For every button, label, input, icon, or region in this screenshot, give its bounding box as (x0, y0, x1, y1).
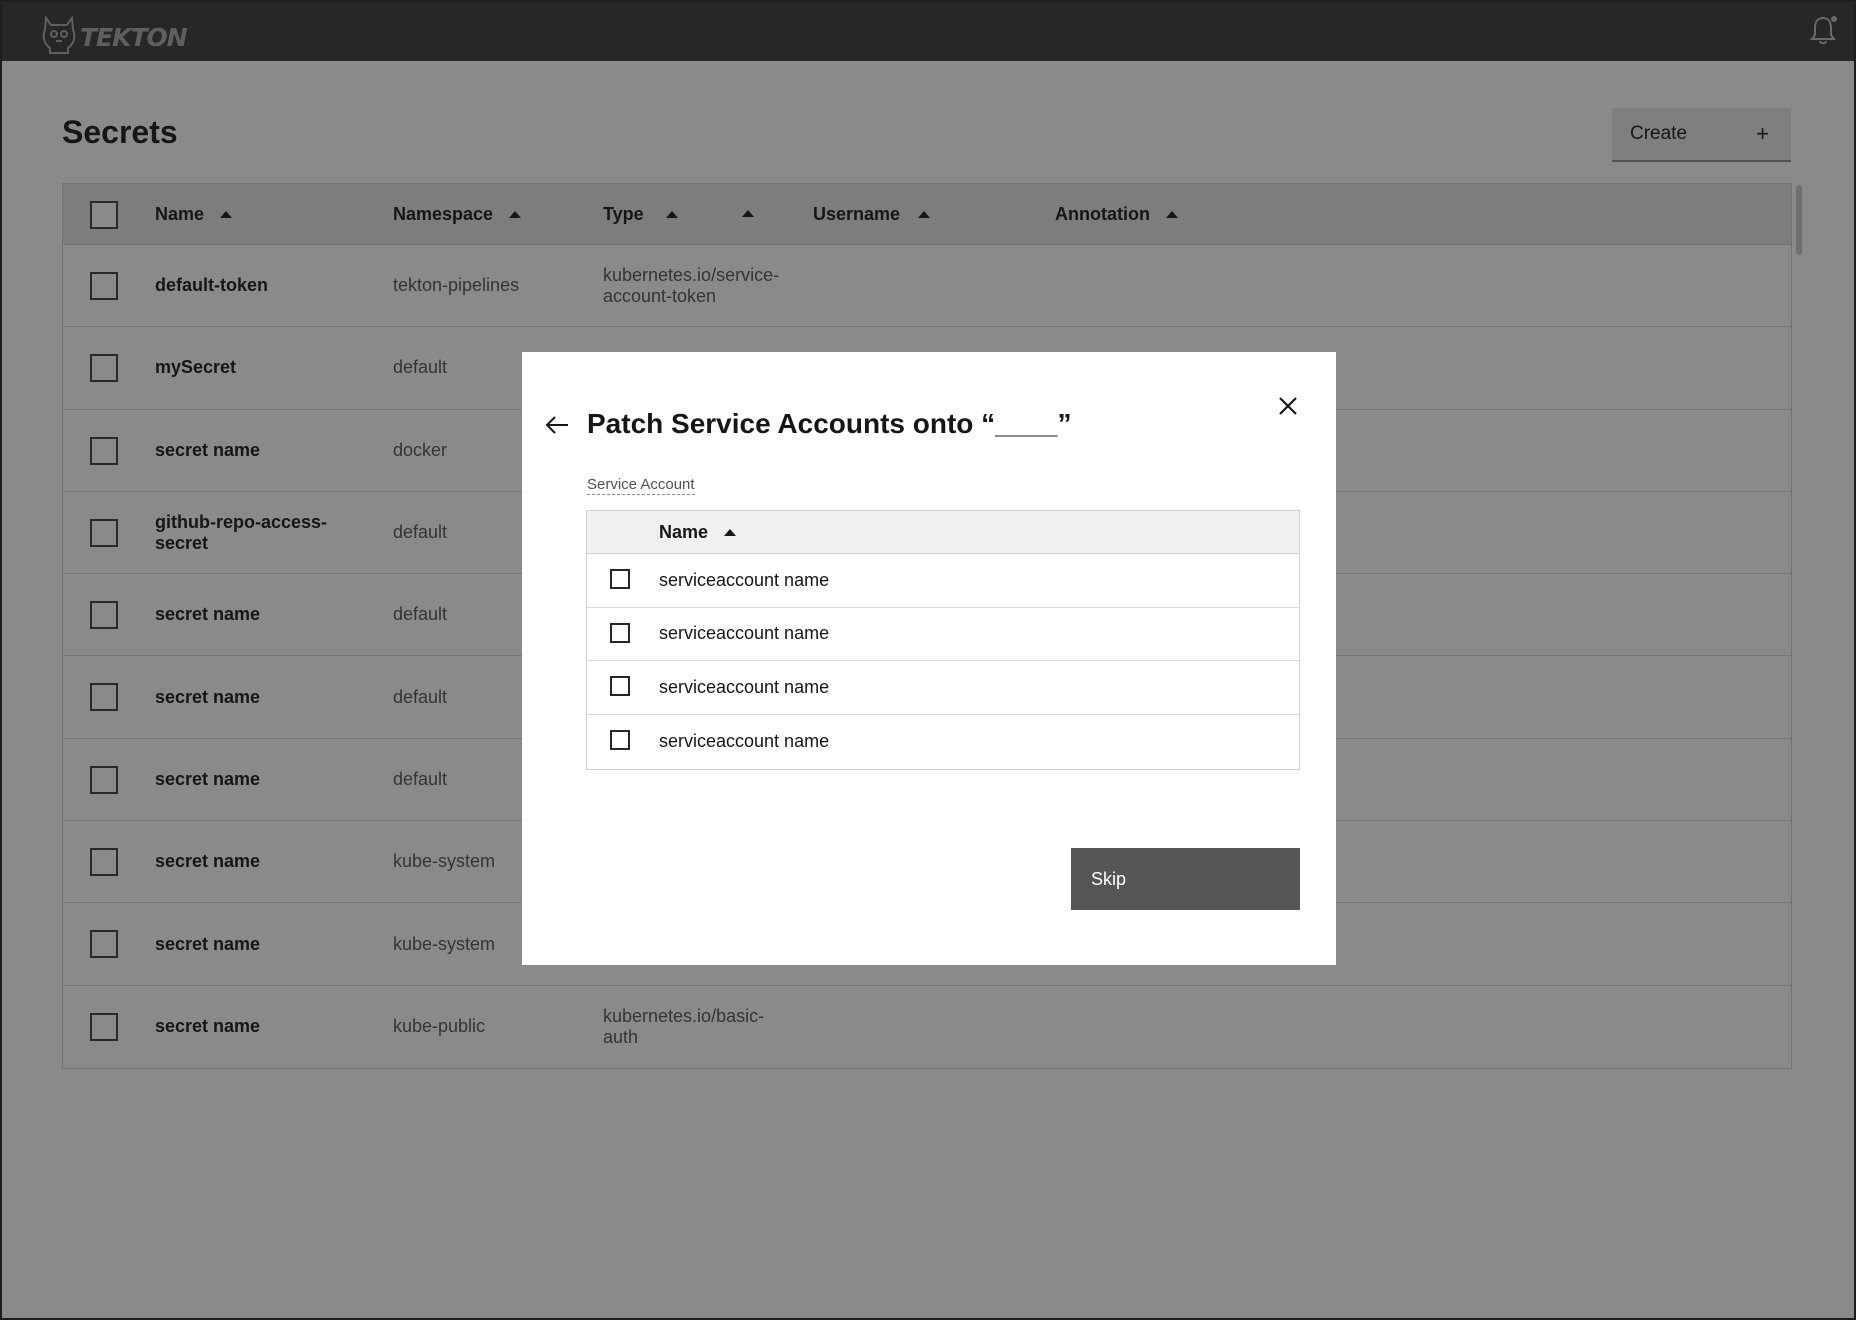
modal-title: Patch Service Accounts onto “____” (587, 408, 1072, 439)
service-account-table: Name serviceaccount name serviceaccount … (586, 510, 1300, 770)
service-account-table-header: Name (587, 511, 1299, 554)
column-header-label: Name (659, 522, 709, 542)
service-account-checkbox[interactable] (610, 729, 630, 750)
service-account-name: serviceaccount name (659, 623, 830, 644)
list-item[interactable]: serviceaccount name (587, 661, 1299, 715)
sort-ascending-icon (724, 529, 737, 536)
close-icon[interactable] (1276, 394, 1300, 418)
service-account-checkbox[interactable] (610, 569, 630, 589)
service-account-checkbox[interactable] (610, 622, 630, 643)
list-item[interactable]: serviceaccount name (587, 608, 1299, 661)
service-account-name: serviceaccount name (659, 676, 830, 697)
service-account-label: Service Account (587, 476, 695, 495)
skip-button[interactable]: Skip (1071, 848, 1300, 910)
list-item[interactable]: serviceaccount name (587, 554, 1299, 608)
service-account-name: serviceaccount name (659, 569, 830, 590)
column-header-name[interactable]: Name (659, 511, 737, 554)
list-item[interactable]: serviceaccount name (587, 715, 1299, 769)
patch-service-accounts-modal: Patch Service Accounts onto “____” Servi… (522, 352, 1336, 965)
service-account-checkbox[interactable] (610, 676, 630, 696)
back-arrow-icon[interactable] (544, 412, 570, 438)
service-account-name: serviceaccount name (659, 730, 830, 751)
